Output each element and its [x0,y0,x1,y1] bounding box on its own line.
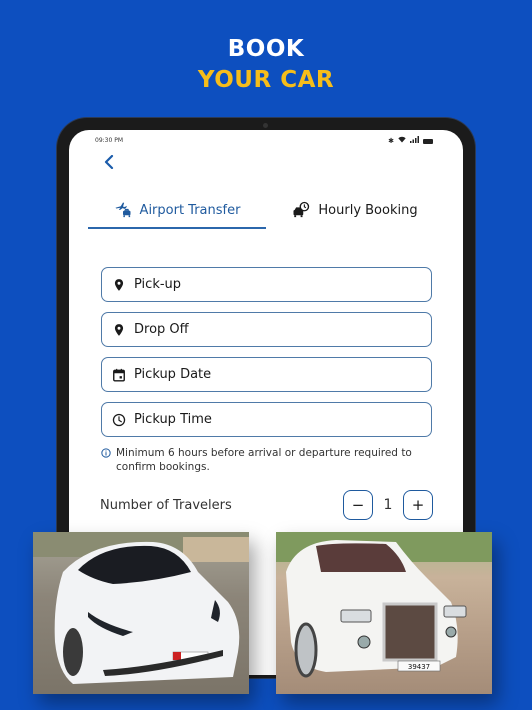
license-plate-text: 39437 [408,663,430,671]
tab-hourly-booking[interactable]: Hourly Booking [266,192,444,228]
dropoff-placeholder: Drop Off [134,322,189,337]
tab-label: Hourly Booking [318,202,418,218]
minus-icon: − [351,496,365,514]
increment-button[interactable]: + [403,490,433,520]
booking-tabs: Airport Transfer Hourly Booking [88,192,444,229]
airplane-car-icon [115,202,131,218]
back-button[interactable] [103,150,115,174]
travelers-label: Number of Travelers [100,497,232,513]
status-time: 09:30 PM [95,137,123,144]
plus-icon: + [411,496,425,514]
car-clock-icon [293,201,310,218]
pickup-date-input[interactable]: Pickup Date [101,357,432,392]
bluetooth-icon: ✱ [388,137,394,145]
tesla-illustration [33,532,249,684]
hero-line-your-car: YOUR CAR [197,67,335,93]
location-pin-icon [114,278,124,291]
info-note: Minimum 6 hours before arrival or depart… [101,446,436,474]
travelers-row: Number of Travelers − 1 + [100,490,433,520]
signal-icon [410,136,419,146]
location-pin-icon [114,323,124,336]
wifi-icon [398,136,406,146]
clock-icon [112,413,126,426]
pickup-placeholder: Pick-up [134,277,182,292]
car-photo-tesla [33,532,249,694]
camera-dot [263,123,268,128]
pickup-input[interactable]: Pick-up [101,267,432,302]
pickup-time-input[interactable]: Pickup Time [101,402,432,437]
rolls-royce-illustration: 39437 [276,532,492,678]
travelers-stepper: − 1 + [343,490,433,520]
hero-line-book: BOOK [227,36,305,62]
dropoff-input[interactable]: Drop Off [101,312,432,347]
car-photo-rolls-royce: 39437 [276,532,492,694]
chevron-left-icon [104,154,114,170]
battery-icon [423,138,433,144]
calendar-icon [113,368,125,382]
travelers-count: 1 [383,497,393,513]
decrement-button[interactable]: − [343,490,373,520]
info-icon [101,448,111,458]
tab-airport-transfer[interactable]: Airport Transfer [88,192,266,229]
tab-label: Airport Transfer [139,202,241,218]
hero-title: BOOK YOUR CAR [0,34,532,96]
info-text: Minimum 6 hours before arrival or depart… [116,447,412,473]
pickup-time-placeholder: Pickup Time [134,412,212,427]
pickup-date-placeholder: Pickup Date [134,367,212,382]
status-bar: 09:30 PM ✱ [95,136,433,148]
